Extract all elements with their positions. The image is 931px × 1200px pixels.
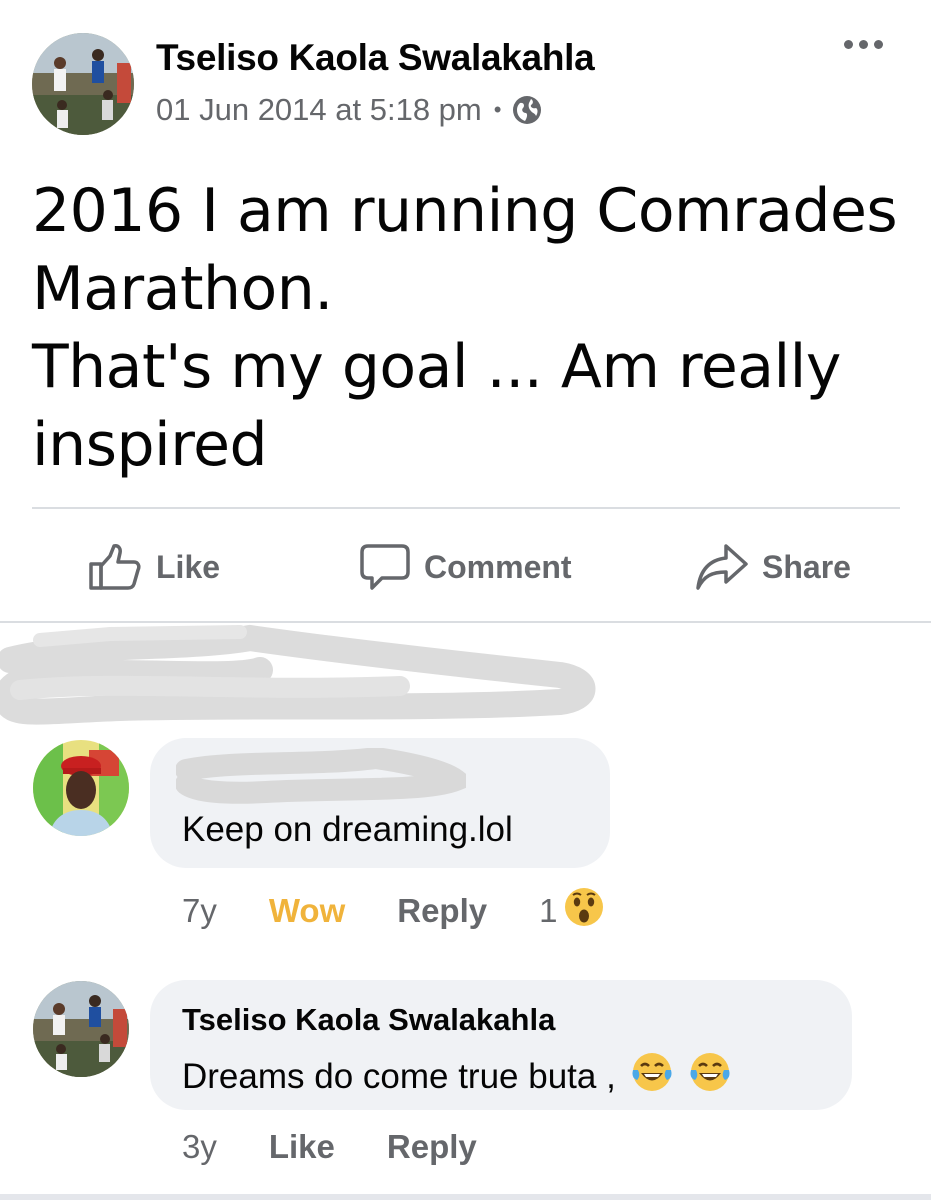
- commenter-avatar[interactable]: [33, 740, 129, 836]
- comment-reply-button[interactable]: Reply: [397, 892, 487, 930]
- comment-time[interactable]: 7y: [182, 892, 217, 930]
- comment-text: Dreams do come true buta ,: [182, 1056, 616, 1096]
- post-header: Tseliso Kaola Swalakahla 01 Jun 2014 at …: [0, 0, 931, 150]
- facebook-post-page: Tseliso Kaola Swalakahla 01 Jun 2014 at …: [0, 0, 931, 1200]
- comment-button[interactable]: Comment: [358, 530, 572, 604]
- emoji-group: [630, 1050, 732, 1103]
- post-action-bar: Like Comment Share: [0, 530, 931, 604]
- more-options-icon[interactable]: [844, 40, 883, 49]
- post-text-line: That's my goal ... Am really: [32, 332, 841, 402]
- comment-bubble-icon: [358, 542, 412, 592]
- comment-meta: 3y Like Reply: [182, 1128, 477, 1166]
- wow-emoji-icon[interactable]: [563, 886, 605, 936]
- comment-like-button[interactable]: Like: [269, 1128, 335, 1166]
- like-label: Like: [156, 548, 221, 585]
- comment-reaction-button[interactable]: Wow: [269, 892, 345, 930]
- bottom-divider: [0, 1194, 931, 1200]
- author-avatar[interactable]: [32, 33, 134, 135]
- redacted-content: [0, 620, 600, 730]
- post-meta: 01 Jun 2014 at 5:18 pm •: [156, 92, 543, 128]
- post-text: 2016 I am running Comrades Marathon. Tha…: [32, 172, 898, 484]
- comment-time[interactable]: 3y: [182, 1128, 217, 1166]
- post-text-line: Marathon.: [32, 254, 333, 324]
- divider: [32, 507, 900, 509]
- comment-label: Comment: [424, 548, 572, 585]
- reaction-count[interactable]: 1: [539, 892, 557, 930]
- comment-bubble: Tseliso Kaola Swalakahla Dreams do come …: [150, 980, 852, 1110]
- like-button[interactable]: Like: [88, 530, 220, 604]
- post-text-line: inspired: [32, 410, 268, 480]
- share-label: Share: [762, 548, 851, 585]
- laughing-tears-emoji-icon: [630, 1050, 674, 1103]
- share-button[interactable]: Share: [694, 530, 851, 604]
- comment-meta: 7y Wow Reply 1: [182, 886, 605, 936]
- share-arrow-icon: [694, 542, 750, 592]
- laughing-tears-emoji-icon: [688, 1050, 732, 1103]
- globe-icon[interactable]: [511, 94, 543, 126]
- redacted-commenter-name: [176, 748, 466, 804]
- comment-text: Keep on dreaming.lol: [182, 810, 513, 849]
- comment-author-name[interactable]: Tseliso Kaola Swalakahla: [182, 1002, 555, 1038]
- comment-reply-button[interactable]: Reply: [387, 1128, 477, 1166]
- post-text-line: 2016 I am running Comrades: [32, 176, 898, 246]
- comment-text-row: Dreams do come true buta ,: [182, 1050, 732, 1103]
- meta-separator: •: [493, 97, 502, 122]
- post-timestamp[interactable]: 01 Jun 2014 at 5:18 pm: [156, 92, 482, 128]
- thumbs-up-icon: [88, 542, 144, 592]
- comment-bubble: Keep on dreaming.lol: [150, 738, 610, 868]
- commenter-avatar[interactable]: [33, 981, 129, 1077]
- post-author-name[interactable]: Tseliso Kaola Swalakahla: [156, 37, 595, 79]
